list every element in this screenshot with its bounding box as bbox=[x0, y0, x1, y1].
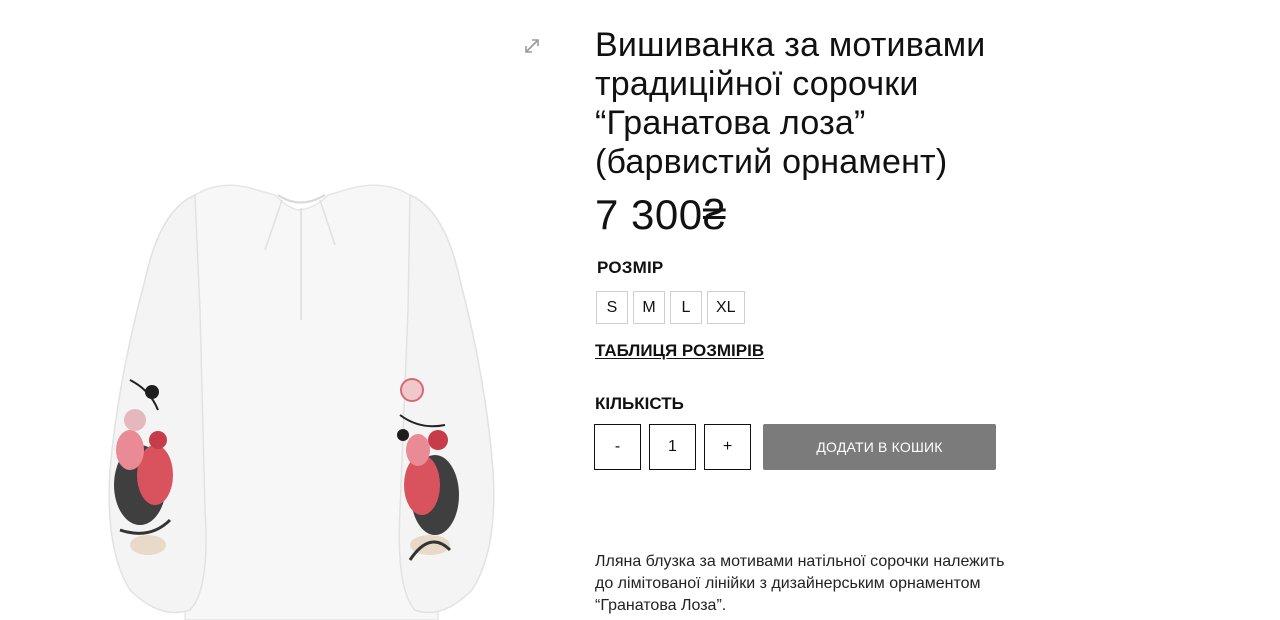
size-selector: S M L XL bbox=[596, 291, 745, 324]
blouse-illustration bbox=[108, 184, 495, 620]
product-title-line: Вишиванка за мотивами bbox=[595, 26, 986, 64]
description-line: Лляна блузка за мотивами натільної сороч… bbox=[595, 553, 1005, 570]
product-title-line: (барвистий орнамент) bbox=[595, 143, 948, 181]
add-to-cart-button[interactable]: ДОДАТИ В КОШИК bbox=[763, 424, 996, 470]
product-image[interactable] bbox=[100, 150, 550, 620]
quantity-increase-button[interactable]: + bbox=[704, 424, 751, 470]
expand-arrows-icon bbox=[525, 39, 539, 53]
size-option-m[interactable]: M bbox=[633, 291, 665, 324]
product-title: Вишиванка за мотивами традиційної сорочк… bbox=[595, 26, 1155, 182]
size-label: РОЗМІР bbox=[597, 258, 664, 277]
expand-image-button[interactable] bbox=[520, 34, 544, 58]
product-description: Лляна блузка за мотивами натільної сороч… bbox=[595, 551, 1135, 617]
quantity-row: - 1 + ДОДАТИ В КОШИК bbox=[594, 424, 996, 470]
product-title-line: “Гранатова лоза” bbox=[595, 104, 866, 142]
description-line: “Гранатова Лоза”. bbox=[595, 597, 727, 614]
description-line: до лімітованої лінійки з дизайнерським о… bbox=[595, 575, 981, 592]
quantity-decrease-button[interactable]: - bbox=[594, 424, 641, 470]
product-title-line: традиційної сорочки bbox=[595, 65, 919, 103]
size-option-l[interactable]: L bbox=[670, 291, 702, 324]
size-option-s[interactable]: S bbox=[596, 291, 628, 324]
size-option-xl[interactable]: XL bbox=[707, 291, 745, 324]
quantity-input[interactable]: 1 bbox=[649, 424, 696, 470]
quantity-label: КІЛЬКІСТЬ bbox=[595, 394, 684, 413]
size-table-link[interactable]: ТАБЛИЦЯ РОЗМІРІВ bbox=[595, 341, 764, 361]
product-info: Вишиванка за мотивами традиційної сорочк… bbox=[595, 26, 1155, 238]
product-price: 7 300₴ bbox=[595, 191, 727, 238]
